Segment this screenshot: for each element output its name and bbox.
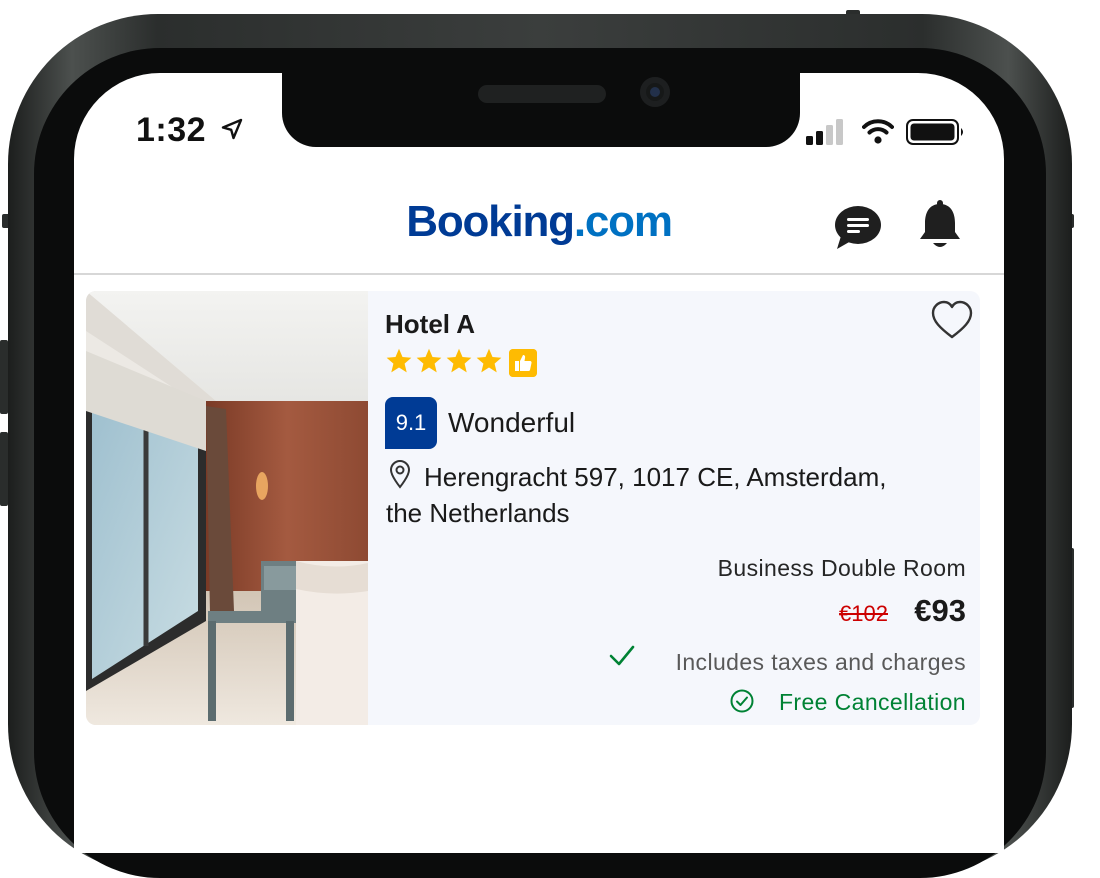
earpiece-speaker xyxy=(478,85,606,103)
original-price: €102 xyxy=(839,601,888,626)
chat-bubble-icon[interactable] xyxy=(832,203,884,251)
hotel-card-body: Hotel A 9.1 Wonderful Herengracht 597, 1… xyxy=(368,291,980,725)
hotel-card[interactable]: Hotel A 9.1 Wonderful Herengracht 597, 1… xyxy=(86,291,980,725)
current-price: €93 xyxy=(914,593,966,628)
hotel-name[interactable]: Hotel A xyxy=(385,309,475,340)
location-arrow-icon xyxy=(221,118,243,140)
circle-check-icon xyxy=(730,689,754,713)
header-divider xyxy=(74,273,1004,275)
checkmark-icon xyxy=(609,645,635,666)
phone-screen: 1:32 Booking.com Hotel A 9.1 Wonderful H… xyxy=(74,73,1004,853)
free-cancellation: Free Cancellation xyxy=(778,689,966,715)
hotel-address: Herengracht 597, 1017 CE, Amsterdam, the… xyxy=(386,462,887,528)
hotel-room-photo[interactable] xyxy=(86,291,368,725)
cellular-signal-icon xyxy=(806,119,843,145)
heart-icon[interactable] xyxy=(930,299,974,341)
bell-icon[interactable] xyxy=(918,199,962,249)
star-rating xyxy=(385,347,503,381)
star-icon xyxy=(476,348,502,373)
battery-icon xyxy=(906,119,963,145)
room-type: Business Double Room xyxy=(717,555,966,581)
review-score-label: Wonderful xyxy=(448,407,576,438)
front-camera xyxy=(640,77,670,107)
status-time: 1:32 xyxy=(136,111,207,149)
thumbs-up-icon xyxy=(509,349,537,377)
star-icon xyxy=(416,348,442,373)
volume-down-button xyxy=(0,432,8,506)
star-icon xyxy=(386,348,412,373)
wifi-icon xyxy=(862,119,894,144)
taxes-note: Includes taxes and charges xyxy=(675,649,966,675)
review-score-badge: 9.1 xyxy=(385,397,437,449)
star-icon xyxy=(446,348,472,373)
volume-up-button xyxy=(0,340,8,414)
notch xyxy=(282,73,800,147)
